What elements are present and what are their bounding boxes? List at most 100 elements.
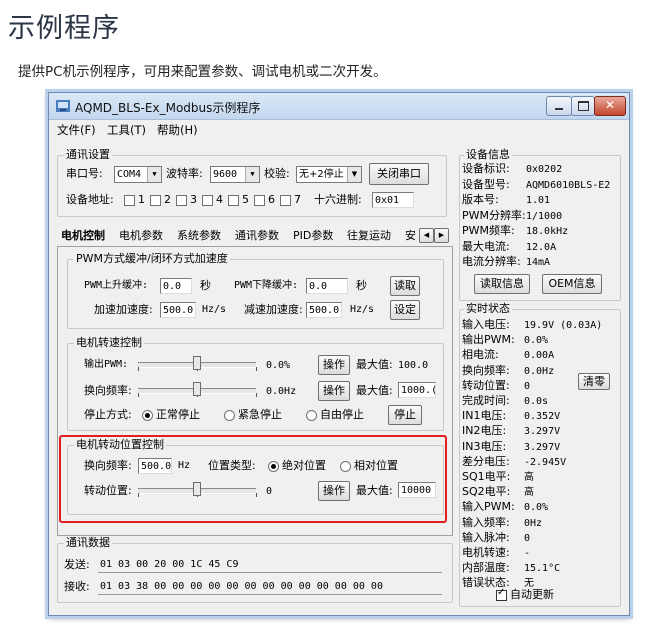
addr-bit-checkbox[interactable] — [124, 195, 135, 206]
comm-data-group: 通讯数据 发送: 01 03 00 20 00 1C 45 C9 接收: 01 … — [57, 537, 453, 603]
freq-max-input[interactable]: 1000.( — [398, 382, 436, 398]
slider-tick — [138, 367, 139, 371]
status-row-value: AQMD6010BLS-E2 — [526, 179, 611, 191]
read-button[interactable]: 读取 — [390, 276, 420, 296]
status-row-label: PWM频率: — [462, 224, 515, 237]
status-row-value: 0Hz — [524, 517, 543, 529]
dec-unit: Hz/s — [350, 304, 375, 315]
tab-motor-control[interactable]: 电机控制 — [61, 227, 105, 245]
receive-label: 接收: — [64, 580, 90, 593]
read-info-button[interactable]: 读取信息 — [474, 274, 530, 294]
addr-bit-checkbox[interactable] — [228, 195, 239, 206]
menu-tools[interactable]: 工具(T) — [107, 122, 146, 138]
check-icon: ✓ — [497, 587, 506, 598]
commutation-freq-label: 换向频率: — [84, 384, 132, 397]
dec-input[interactable]: 500.0 — [306, 302, 342, 318]
tab-scroll-right-icon[interactable]: ▶ — [434, 228, 449, 243]
speed-group: 电机转速控制 输出PWM: 0.0% 操作 最大值: 100.0 换向频率: 0… — [67, 337, 444, 431]
window-title: AQMD_BLS-Ex_Modbus示例程序 — [75, 101, 261, 115]
status-row-label: 输入PWM: — [462, 500, 515, 514]
port-value: COM4 — [117, 169, 142, 180]
stop-normal-radio[interactable] — [142, 410, 153, 421]
parity-select[interactable]: 无+2停止 ▼ — [296, 166, 362, 183]
stop-mode-label: 停止方式: — [84, 408, 132, 421]
maximize-icon — [578, 101, 589, 111]
tab-pid-params[interactable]: PID参数 — [293, 227, 333, 245]
pwm-max-value[interactable]: 100.0 — [398, 359, 428, 373]
status-row-value: 0.0s — [524, 396, 549, 407]
stop-emergency-radio[interactable] — [224, 410, 235, 421]
dec-label: 减速加速度: — [244, 303, 303, 316]
addr-bit-label: 7 — [294, 193, 301, 206]
pwm-operate-button[interactable]: 操作 — [318, 355, 350, 375]
send-data-field[interactable]: 01 03 00 20 00 1C 45 C9 — [98, 557, 442, 573]
status-row-value: -2.945V — [524, 456, 567, 468]
tab-reciprocating[interactable]: 往复运动 — [347, 227, 391, 245]
stop-emergency-label: 紧急停止 — [238, 408, 282, 421]
set-button[interactable]: 设定 — [390, 300, 420, 320]
pwm-rise-input[interactable]: 0.0 — [160, 278, 192, 294]
pwm-group: PWM方式缓冲/闭环方式加速度 PWM上升缓冲: 0.0 秒 PWM下降缓冲: … — [67, 253, 444, 329]
page-subtitle: 提供PC机示例程序，可用来配置参数、调试电机或二次开发。 — [18, 64, 387, 80]
addr-bit-checkbox[interactable] — [280, 195, 291, 206]
menu-file[interactable]: 文件(F) — [57, 122, 96, 138]
freq-operate-button[interactable]: 操作 — [318, 381, 350, 401]
addr-bit-checkbox[interactable] — [176, 195, 187, 206]
tab-safety[interactable]: 安 — [405, 227, 416, 245]
receive-data-field[interactable]: 01 03 38 00 00 00 00 00 00 00 00 00 00 0… — [98, 579, 442, 595]
baud-select[interactable]: 9600 ▼ — [210, 166, 260, 183]
acc-label: 加速加速度: — [94, 303, 153, 316]
output-pwm-value: 0.0% — [266, 360, 291, 371]
speed-group-title: 电机转速控制 — [74, 336, 144, 349]
addr-bit-checkbox[interactable] — [254, 195, 265, 206]
tab-motor-params[interactable]: 电机参数 — [119, 227, 163, 245]
tab-comm-params[interactable]: 通讯参数 — [235, 227, 279, 245]
status-row-label: 转动位置: — [462, 378, 510, 392]
status-row-label: 输入频率: — [462, 515, 510, 529]
status-row-value: 12.0A — [526, 241, 557, 253]
freq-slider-thumb[interactable] — [193, 382, 201, 396]
status-row-label: 换向频率: — [462, 363, 510, 377]
acc-unit: Hz/s — [202, 304, 227, 315]
auto-update-checkbox[interactable]: ✓ — [496, 587, 507, 601]
tab-strip: 电机控制 电机参数 系统参数 通讯参数 PID参数 往复运动 安 ◀ ▶ — [57, 227, 453, 247]
status-row-value: 0.0Hz — [524, 365, 555, 377]
status-row-value: 高 — [524, 472, 534, 483]
device-info-group: 设备信息 设备标识: 0x0202 设备型号: AQMD6010BLS-E2 版本号: 1… — [459, 149, 621, 301]
status-row-label: IN2电压: — [462, 424, 507, 438]
pwm-slider-thumb[interactable] — [193, 356, 201, 370]
minimize-button[interactable] — [546, 96, 572, 116]
menu-bar: 文件(F) 工具(T) 帮助(H) — [49, 120, 629, 138]
chevron-down-icon: ▼ — [347, 167, 361, 182]
menu-help[interactable]: 帮助(H) — [157, 122, 198, 138]
port-select[interactable]: COM4 ▼ — [114, 166, 162, 183]
clear-button[interactable]: 清零 — [578, 373, 610, 390]
baud-label: 波特率: — [166, 167, 203, 180]
tab-system-params[interactable]: 系统参数 — [177, 227, 221, 245]
page-heading: 示例程序 — [8, 13, 120, 44]
addr-bit-label: 5 — [242, 193, 249, 206]
addr-bit-checkbox[interactable] — [150, 195, 161, 206]
acc-input[interactable]: 500.0 — [160, 302, 196, 318]
status-row-value: 0 — [524, 380, 531, 392]
close-port-button[interactable]: 关闭串口 — [369, 163, 429, 185]
hex-address-input[interactable]: 0x01 — [372, 192, 414, 208]
stop-free-radio[interactable] — [306, 410, 317, 421]
port-label: 串口号: — [66, 167, 103, 180]
maximize-button[interactable] — [571, 96, 595, 116]
device-address-label: 设备地址: — [66, 193, 114, 206]
addr-bit-label: 1 — [138, 193, 145, 206]
status-row-label: 相电流: — [462, 348, 499, 362]
oem-info-button[interactable]: OEM信息 — [542, 274, 602, 294]
title-bar[interactable]: AQMD_BLS-Ex_Modbus示例程序 ✕ — [49, 93, 629, 120]
pwm-fall-input[interactable]: 0.0 — [306, 278, 348, 294]
status-row-label: 版本号: — [462, 193, 499, 206]
addr-bit-checkbox[interactable] — [202, 195, 213, 206]
status-row-label: 电流分辨率: — [462, 255, 521, 268]
commutation-freq-value: 0.0Hz — [266, 386, 297, 397]
chevron-down-icon: ▼ — [147, 167, 161, 182]
close-button[interactable]: ✕ — [594, 96, 626, 116]
tab-scroll-left-icon[interactable]: ◀ — [419, 228, 434, 243]
status-row-value: 1.01 — [526, 195, 551, 206]
stop-button[interactable]: 停止 — [388, 405, 422, 425]
